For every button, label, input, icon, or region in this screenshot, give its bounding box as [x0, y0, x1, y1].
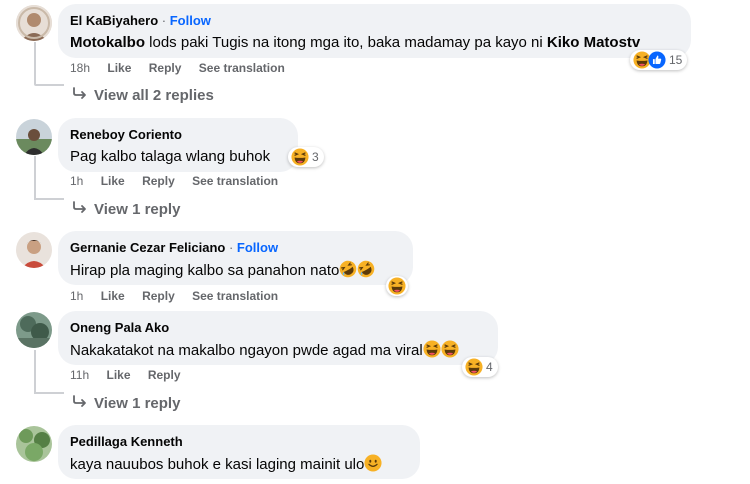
- comment-actions: 11h Like Reply: [70, 368, 195, 382]
- comment-author[interactable]: Pedillaga Kenneth: [70, 434, 408, 450]
- separator-dot: ·: [161, 13, 170, 28]
- haha-icon: [441, 340, 459, 358]
- reply-arrow-icon: [73, 87, 86, 99]
- haha-icon: [291, 148, 309, 166]
- comment-actions: 18h Like Reply See translation: [70, 61, 299, 75]
- separator-dot: ·: [228, 240, 237, 255]
- reaction-summary[interactable]: [386, 276, 408, 296]
- thread-line: [34, 42, 36, 84]
- comment-time[interactable]: 18h: [70, 61, 90, 75]
- reply-button[interactable]: Reply: [149, 61, 182, 75]
- thread-line: [34, 198, 64, 200]
- comment-actions: 1h Like Reply See translation: [70, 289, 292, 303]
- comment-text: Pag kalbo talaga wlang buhok: [70, 148, 271, 165]
- comment-author[interactable]: El KaBiyahero: [70, 13, 158, 28]
- mention-link[interactable]: Motokalbo: [70, 34, 145, 51]
- see-translation-link[interactable]: See translation: [192, 174, 278, 188]
- view-replies-link[interactable]: View 1 reply: [72, 201, 180, 218]
- view-replies-link[interactable]: View 1 reply: [72, 395, 180, 412]
- rofl-icon: [339, 260, 357, 278]
- comment-bubble: El KaBiyahero · Follow Motokalbo lods pa…: [58, 4, 691, 58]
- rofl-icon: [357, 260, 375, 278]
- reaction-summary[interactable]: 3: [288, 147, 324, 167]
- like-button[interactable]: Like: [101, 289, 125, 303]
- reaction-count: 3: [312, 150, 319, 164]
- thread-line: [34, 392, 64, 394]
- haha-icon: [388, 277, 406, 295]
- mention-link[interactable]: Kiko Matostv: [547, 34, 640, 51]
- avatar[interactable]: [16, 119, 52, 155]
- comment-bubble: Gernanie Cezar Feliciano · Follow Hirap …: [58, 231, 413, 285]
- reaction-count: 15: [669, 53, 683, 67]
- comment-bubble: Reneboy Coriento Pag kalbo talaga wlang …: [58, 118, 298, 172]
- thread-line: [34, 84, 64, 86]
- avatar[interactable]: [16, 312, 52, 348]
- comment-bubble: Pedillaga Kenneth kaya nauubos buhok e k…: [58, 425, 420, 479]
- like-button[interactable]: Like: [107, 61, 131, 75]
- avatar[interactable]: [16, 5, 52, 41]
- reply-button[interactable]: Reply: [142, 289, 175, 303]
- see-translation-link[interactable]: See translation: [192, 289, 278, 303]
- reply-button[interactable]: Reply: [148, 368, 181, 382]
- comment-bubble: Oneng Pala Ako Nakakatakot na makalbo ng…: [58, 311, 498, 365]
- avatar[interactable]: [16, 232, 52, 268]
- comment-time[interactable]: 1h: [70, 289, 83, 303]
- see-translation-link[interactable]: See translation: [199, 61, 285, 75]
- reply-button[interactable]: Reply: [142, 174, 175, 188]
- comment-author[interactable]: Gernanie Cezar Feliciano: [70, 240, 225, 255]
- haha-icon: [423, 340, 441, 358]
- comment-author[interactable]: Reneboy Coriento: [70, 127, 286, 143]
- view-replies-link[interactable]: View all 2 replies: [72, 87, 214, 104]
- reaction-count: 4: [486, 360, 493, 374]
- thread-line: [34, 350, 36, 392]
- comment-text: kaya nauubos buhok e kasi laging mainit …: [70, 454, 408, 475]
- like-button[interactable]: Like: [101, 174, 125, 188]
- reply-arrow-icon: [73, 395, 86, 407]
- reaction-summary[interactable]: 15: [630, 50, 688, 70]
- comment-time[interactable]: 11h: [70, 368, 89, 382]
- smile-icon: [364, 454, 382, 472]
- reply-arrow-icon: [73, 201, 86, 213]
- comment-text: Motokalbo lods paki Tugis na itong mga i…: [70, 34, 641, 51]
- comment-time[interactable]: 1h: [70, 174, 83, 188]
- comment-text: Hirap pla maging kalbo sa panahon nato: [70, 260, 401, 281]
- avatar[interactable]: [16, 426, 52, 462]
- follow-button[interactable]: Follow: [237, 240, 278, 255]
- like-button[interactable]: Like: [106, 368, 130, 382]
- comment-actions: 1h Like Reply See translation: [70, 174, 292, 188]
- haha-icon: [465, 358, 483, 376]
- thread-line: [34, 156, 36, 198]
- comment-text: Nakakatakot na makalbo ngayon pwde agad …: [70, 340, 486, 361]
- comment-author[interactable]: Oneng Pala Ako: [70, 320, 486, 336]
- reaction-summary[interactable]: 4: [462, 357, 498, 377]
- like-icon: [648, 51, 666, 69]
- follow-button[interactable]: Follow: [170, 13, 211, 28]
